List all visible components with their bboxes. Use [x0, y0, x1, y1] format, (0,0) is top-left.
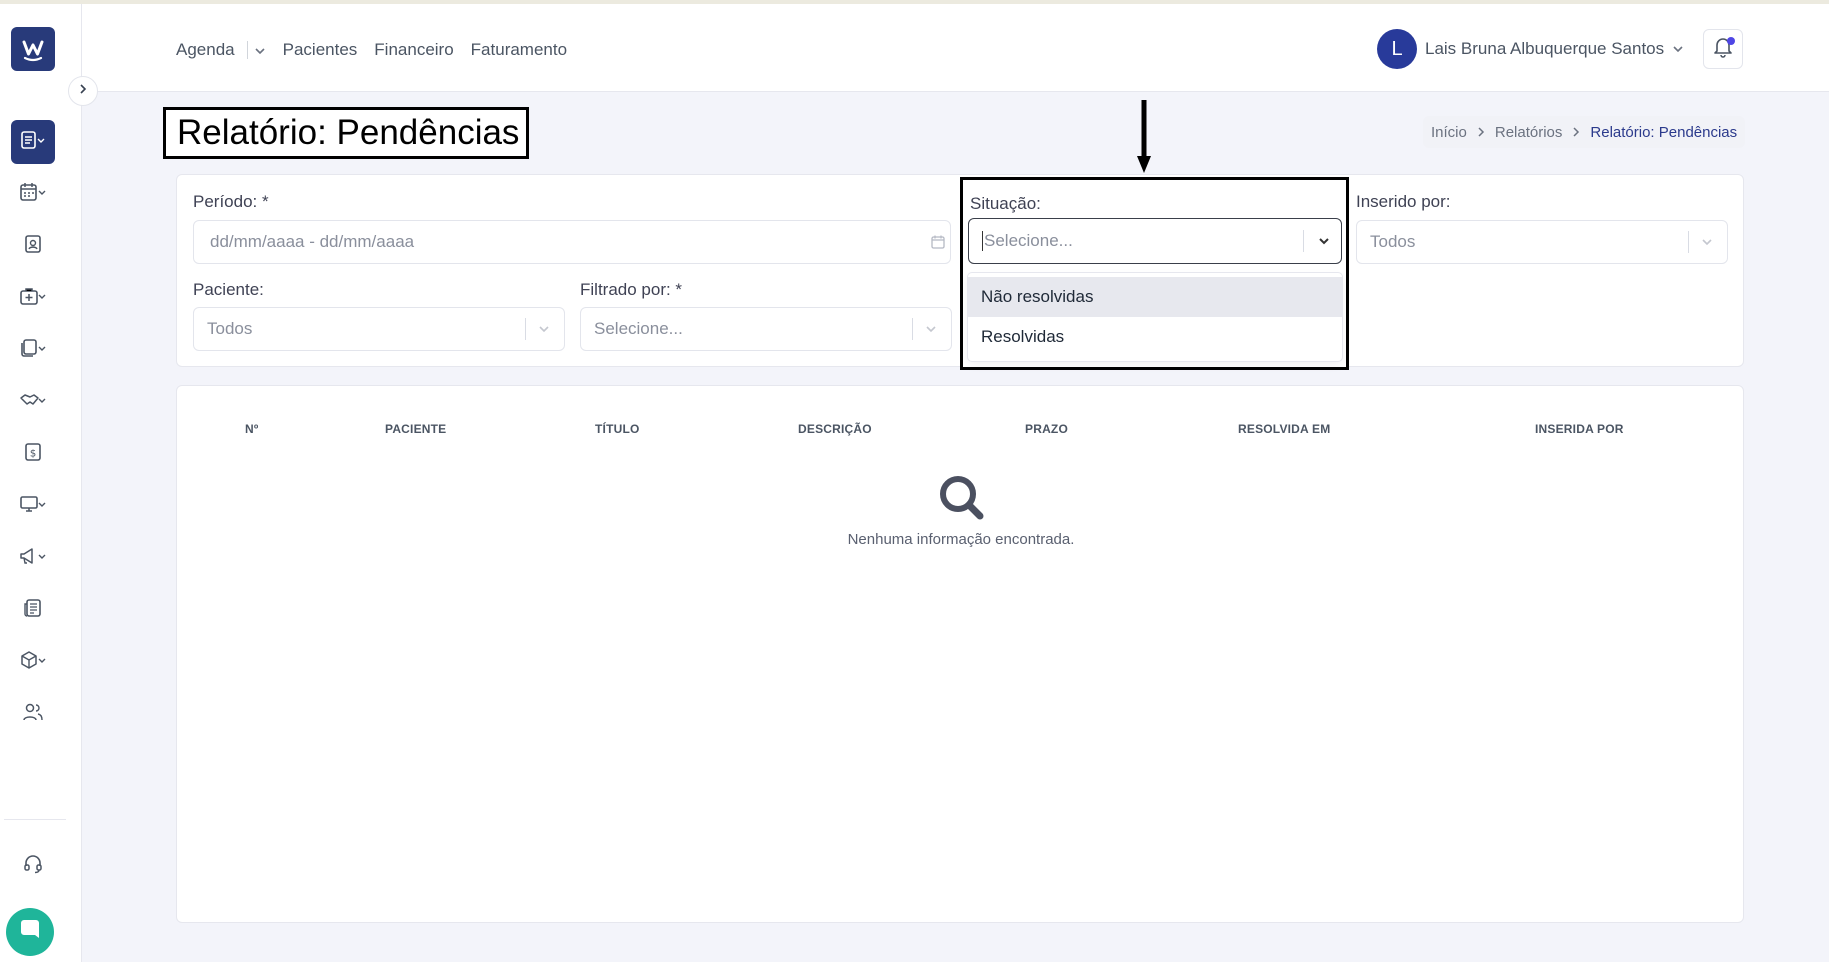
chevron-down-icon [536, 321, 552, 337]
agenda-dropdown-toggle[interactable] [254, 40, 266, 60]
annotation-arrow [1137, 100, 1151, 173]
column-header-descricao[interactable]: DESCRIÇÃO [798, 422, 872, 436]
user-name: Lais Bruna Albuquerque Santos [1425, 39, 1665, 58]
column-header-numero[interactable]: Nº [245, 422, 258, 436]
chevron-down-icon [1672, 45, 1684, 53]
patient-badge-icon [23, 234, 43, 259]
inserido-por-value: Todos [1370, 232, 1416, 251]
newspaper-icon [23, 598, 43, 623]
select-divider [525, 318, 526, 340]
notifications-button[interactable] [1703, 29, 1743, 69]
option-nao-resolvidas[interactable]: Não resolvidas [968, 277, 1342, 317]
page-title: Relatório: Pendências [163, 107, 529, 159]
nav-divider [246, 41, 248, 59]
sidebar-item-medical[interactable] [11, 278, 55, 318]
results-table: Nº PACIENTE TÍTULO DESCRIÇÃO PRAZO RESOL… [176, 385, 1744, 923]
sidebar-expand-toggle[interactable] [68, 76, 98, 106]
handshake-icon [19, 390, 47, 415]
text-cursor [982, 231, 983, 251]
filtrado-por-value: Selecione... [594, 319, 683, 338]
notification-dot [1727, 37, 1735, 45]
chevron-down-icon [1699, 234, 1715, 250]
nav-agenda[interactable]: Agenda [176, 40, 235, 60]
paciente-value: Todos [207, 319, 253, 338]
chevron-down-icon [923, 321, 939, 337]
option-resolvidas[interactable]: Resolvidas [968, 317, 1342, 357]
sidebar-item-agreements[interactable] [11, 382, 55, 422]
select-divider [912, 318, 913, 340]
column-header-titulo[interactable]: TÍTULO [595, 422, 640, 436]
user-menu[interactable]: L Lais Bruna Albuquerque Santos [1377, 29, 1684, 69]
sidebar: $ [0, 4, 82, 962]
sidebar-item-marketing[interactable] [11, 538, 55, 578]
breadcrumb: Início Relatórios Relatório: Pendências [1423, 116, 1746, 148]
chevron-down-icon [254, 40, 266, 60]
sidebar-divider [4, 819, 66, 820]
sidebar-item-support[interactable] [11, 846, 55, 886]
medical-kit-icon [19, 286, 47, 311]
chevron-right-icon [1572, 126, 1580, 138]
search-icon [938, 474, 984, 525]
calendar-icon [930, 234, 946, 250]
calendar-icon [19, 182, 47, 207]
chevron-right-icon [1477, 126, 1485, 138]
billing-icon: $ [23, 442, 43, 467]
select-divider [1688, 231, 1689, 253]
breadcrumb-home[interactable]: Início [1431, 124, 1467, 141]
breadcrumb-current: Relatório: Pendências [1590, 123, 1738, 141]
chevron-down-icon[interactable] [1316, 233, 1332, 249]
filtrado-por-select[interactable]: Selecione... [580, 307, 952, 351]
sidebar-item-inventory[interactable] [11, 642, 55, 682]
periodo-label: Período: * [193, 192, 269, 211]
filtrado-por-label: Filtrado por: * [580, 280, 683, 299]
reports-icon [20, 130, 46, 155]
sidebar-item-reports[interactable] [11, 120, 55, 164]
inserido-por-label: Inserido por: [1356, 192, 1451, 211]
sidebar-item-users[interactable] [11, 694, 55, 734]
column-header-paciente[interactable]: PACIENTE [385, 422, 446, 436]
periodo-placeholder: dd/mm/aaaa - dd/mm/aaaa [210, 232, 415, 251]
nav-faturamento[interactable]: Faturamento [471, 40, 567, 60]
inserido-por-select[interactable]: Todos [1356, 220, 1728, 264]
column-header-inserida-por[interactable]: INSERIDA POR [1535, 422, 1624, 436]
situacao-label: Situação: [970, 194, 1041, 213]
monitor-icon [19, 494, 47, 519]
sidebar-item-documents[interactable] [11, 330, 55, 370]
nav-pacientes[interactable]: Pacientes [283, 40, 358, 60]
empty-state: Nenhuma informação encontrada. [177, 474, 1745, 548]
situacao-highlight: Situação: Selecione... Não resolvidas Re… [960, 177, 1349, 370]
situacao-select[interactable]: Selecione... [968, 218, 1342, 264]
megaphone-icon [19, 546, 47, 571]
paciente-label: Paciente: [193, 280, 264, 299]
package-icon [19, 650, 47, 675]
situacao-placeholder: Selecione... [984, 231, 1073, 250]
sidebar-item-calendar[interactable] [11, 174, 55, 214]
main-nav: Agenda Pacientes Financeiro Faturamento [176, 40, 584, 60]
documents-icon [19, 338, 47, 363]
column-header-resolvida-em[interactable]: RESOLVIDA EM [1238, 422, 1330, 436]
sidebar-item-monitor[interactable] [11, 486, 55, 526]
situacao-options-menu: Não resolvidas Resolvidas [968, 273, 1342, 361]
nav-financeiro[interactable]: Financeiro [374, 40, 453, 60]
select-divider [1303, 230, 1304, 252]
svg-text:$: $ [30, 448, 36, 459]
sidebar-item-billing[interactable]: $ [11, 434, 55, 474]
chat-icon [17, 917, 43, 948]
app-logo[interactable] [11, 27, 55, 71]
empty-message: Nenhuma informação encontrada. [847, 531, 1075, 548]
headset-icon [23, 854, 43, 879]
chat-button[interactable] [6, 908, 54, 956]
users-icon [22, 702, 44, 727]
chevron-right-icon [78, 82, 88, 100]
column-header-prazo[interactable]: PRAZO [1025, 422, 1068, 436]
top-header: Agenda Pacientes Financeiro Faturamento … [82, 4, 1829, 92]
sidebar-item-news[interactable] [11, 590, 55, 630]
avatar: L [1377, 29, 1417, 69]
breadcrumb-reports[interactable]: Relatórios [1495, 124, 1563, 141]
sidebar-item-patients[interactable] [11, 226, 55, 266]
paciente-select[interactable]: Todos [193, 307, 565, 351]
periodo-input[interactable]: dd/mm/aaaa - dd/mm/aaaa [193, 220, 951, 264]
